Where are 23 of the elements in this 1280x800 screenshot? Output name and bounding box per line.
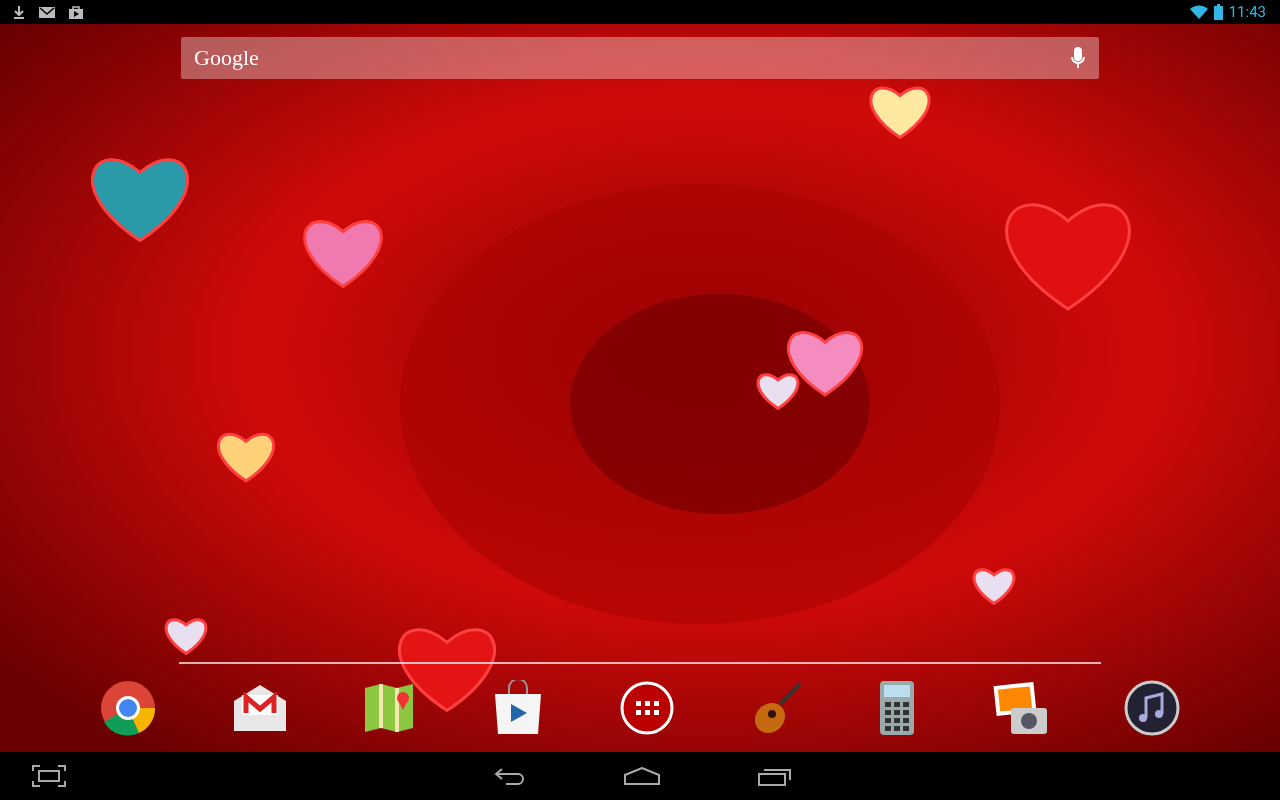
envelope-icon[interactable]: [231, 683, 288, 733]
search-bar[interactable]: Google: [181, 37, 1099, 79]
recent-apps-icon[interactable]: [758, 766, 792, 786]
heart-drawing: [164, 618, 208, 655]
map-icon[interactable]: [363, 682, 415, 734]
back-icon[interactable]: [494, 766, 526, 786]
search-label: Google: [194, 45, 259, 71]
mail-icon: [38, 5, 56, 19]
music-note-icon[interactable]: [1124, 680, 1180, 736]
heart-drawing: [972, 568, 1016, 605]
wifi-icon: [1189, 5, 1208, 19]
screenshot-frame-icon[interactable]: [32, 765, 66, 787]
microphone-icon[interactable]: [1071, 47, 1085, 69]
battery-icon: [1213, 4, 1223, 20]
browser-icon[interactable]: [100, 680, 156, 736]
heart-drawing: [869, 86, 931, 139]
apps-grid-icon[interactable]: [620, 681, 674, 735]
shopping-bag-icon: [68, 4, 84, 20]
heart-drawing: [216, 432, 276, 483]
home-icon[interactable]: [624, 767, 660, 785]
clock-time: 11:43: [1228, 3, 1266, 21]
download-icon: [12, 5, 26, 19]
calculator-icon[interactable]: [879, 680, 915, 736]
